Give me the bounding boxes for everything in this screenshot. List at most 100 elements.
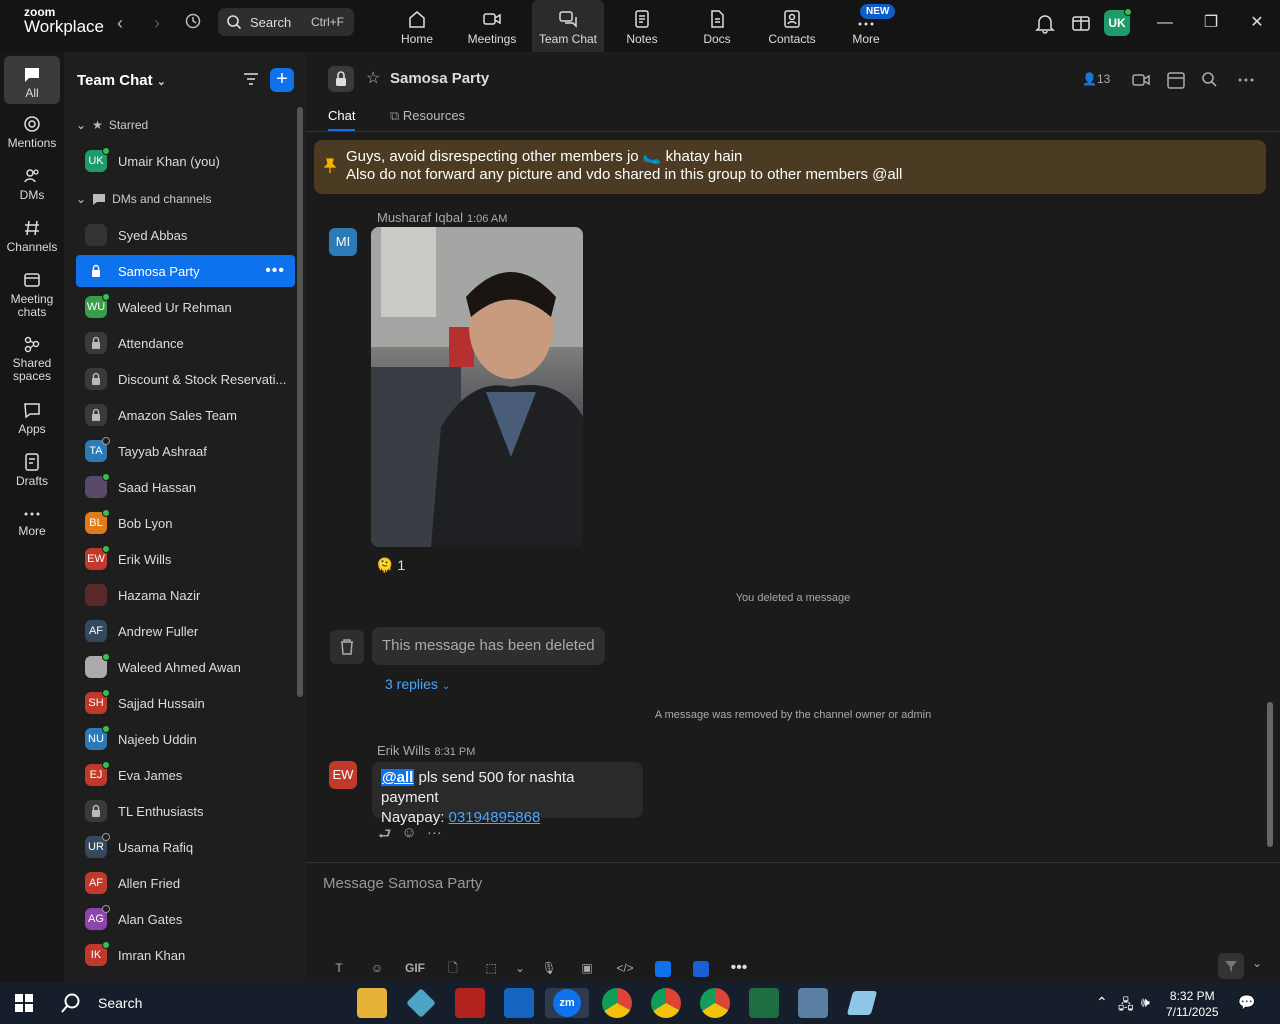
- list-item[interactable]: Attendance: [76, 327, 295, 359]
- list-item[interactable]: AF Allen Fried: [76, 867, 295, 899]
- emoji-reaction-icon[interactable]: ☺: [402, 824, 417, 849]
- speaker-icon[interactable]: 🕪: [1141, 994, 1150, 1011]
- message-input[interactable]: Message Samosa Party: [323, 875, 482, 892]
- avatar[interactable]: EW: [329, 761, 357, 789]
- reply-icon[interactable]: ⮐: [378, 824, 392, 849]
- taskbar-clock[interactable]: 8:32 PM 7/11/2025: [1166, 988, 1219, 1020]
- filter-icon[interactable]: [242, 70, 262, 90]
- ellipsis-icon[interactable]: ···: [427, 824, 442, 849]
- phone-link[interactable]: 03194895868: [449, 809, 541, 826]
- list-item[interactable]: NU Najeeb Uddin: [76, 723, 295, 755]
- sidebar-title[interactable]: Team Chat ⌄: [77, 72, 166, 89]
- excel-icon[interactable]: [749, 988, 779, 1018]
- tab-docs[interactable]: Docs: [681, 0, 753, 52]
- list-item[interactable]: BL Bob Lyon: [76, 507, 295, 539]
- list-item[interactable]: Hazama Nazir: [76, 579, 295, 611]
- rail-channels[interactable]: Channels: [0, 218, 64, 254]
- list-item[interactable]: Samosa Party •••: [76, 255, 295, 287]
- rail-meeting-chats[interactable]: Meeting chats: [0, 270, 64, 319]
- star-outline-icon[interactable]: ☆: [366, 68, 380, 88]
- avatar[interactable]: MI: [329, 228, 357, 256]
- list-item[interactable]: UR Usama Rafiq: [76, 831, 295, 863]
- notification-icon[interactable]: 💬: [1238, 994, 1255, 1011]
- screenshot-icon[interactable]: ⬚: [472, 958, 510, 978]
- ellipsis-icon[interactable]: •••: [720, 958, 758, 978]
- minimize-icon[interactable]: —: [1153, 12, 1177, 36]
- list-item[interactable]: SH Sajjad Hussain: [76, 687, 295, 719]
- app-icon[interactable]: [846, 991, 878, 1015]
- rail-shared-spaces[interactable]: Shared spaces: [0, 334, 64, 383]
- shared-photo[interactable]: [371, 227, 583, 547]
- back-arrow-icon[interactable]: ‹: [108, 12, 132, 36]
- list-item[interactable]: EW Erik Wills: [76, 543, 295, 575]
- history-icon[interactable]: [181, 12, 205, 36]
- ellipsis-icon[interactable]: •••: [265, 262, 285, 280]
- new-chat-button[interactable]: +: [270, 68, 294, 92]
- filezilla-icon[interactable]: [455, 988, 485, 1018]
- list-item[interactable]: Amazon Sales Team: [76, 399, 295, 431]
- video-call-icon[interactable]: [1131, 70, 1151, 90]
- taskbar-search[interactable]: Search: [60, 988, 142, 1018]
- sidebar-scrollbar[interactable]: [297, 107, 303, 697]
- list-item[interactable]: TA Tayyab Ashraaf: [76, 435, 295, 467]
- chevron-down-icon[interactable]: ⌄: [510, 958, 530, 978]
- dms-section-header[interactable]: ⌄ DMs and channels: [76, 192, 211, 206]
- rail-mentions[interactable]: Mentions: [0, 114, 64, 150]
- reaction[interactable]: 🫠 1: [376, 557, 405, 574]
- tab-home[interactable]: Home: [381, 0, 453, 52]
- search-icon[interactable]: [1200, 70, 1220, 90]
- app-diamond-icon[interactable]: [406, 988, 436, 1018]
- rail-more[interactable]: More: [0, 506, 64, 538]
- tab-resources[interactable]: ⧉ Resources: [390, 108, 465, 124]
- list-item[interactable]: EJ Eva James: [76, 759, 295, 791]
- calculator-icon[interactable]: [798, 988, 828, 1018]
- format-text-icon[interactable]: T: [320, 958, 358, 978]
- list-item[interactable]: TL Enthusiasts: [76, 795, 295, 827]
- gif-button[interactable]: GIF: [396, 958, 434, 978]
- list-item[interactable]: Discount & Stock Reservati...: [76, 363, 295, 395]
- code-snippet-icon[interactable]: </>: [606, 958, 644, 978]
- app-icon[interactable]: [682, 958, 720, 978]
- list-item[interactable]: UK Umair Khan (you): [76, 145, 295, 177]
- network-icon[interactable]: 🖧: [1118, 994, 1134, 1018]
- chevron-down-icon[interactable]: ⌄: [1252, 956, 1262, 970]
- channel-name[interactable]: Samosa Party: [390, 70, 489, 87]
- search-input[interactable]: Search Ctrl+F: [218, 8, 354, 36]
- list-item[interactable]: WU Waleed Ur Rehman: [76, 291, 295, 323]
- pinned-message[interactable]: Guys, avoid disrespecting other members …: [314, 140, 1266, 194]
- list-item[interactable]: Syed Abbas: [76, 219, 295, 251]
- send-button[interactable]: [1218, 953, 1244, 979]
- bell-icon[interactable]: [1034, 12, 1058, 36]
- calendar-gift-icon[interactable]: [1070, 12, 1094, 36]
- forward-arrow-icon[interactable]: ›: [145, 12, 169, 36]
- tab-contacts[interactable]: Contacts: [756, 0, 828, 52]
- file-icon[interactable]: 🗋: [434, 958, 472, 978]
- windows-start-icon[interactable]: [15, 994, 33, 1015]
- starred-section-header[interactable]: ⌄ ★ Starred: [76, 118, 148, 132]
- tab-team-chat[interactable]: Team Chat: [532, 0, 604, 52]
- composer[interactable]: Message Samosa Party T ☺ GIF 🗋 ⬚ ⌄ 🎙 ▣ <…: [306, 862, 1280, 982]
- member-count[interactable]: 👤13: [1082, 72, 1110, 86]
- app-icon[interactable]: [644, 958, 682, 978]
- emoji-icon[interactable]: ☺: [358, 958, 396, 978]
- mention-all[interactable]: @all: [381, 769, 415, 786]
- rail-drafts[interactable]: Drafts: [0, 452, 64, 488]
- ellipsis-icon[interactable]: [1236, 70, 1256, 90]
- chrome-icon[interactable]: [602, 988, 632, 1018]
- file-explorer-icon[interactable]: [357, 988, 387, 1018]
- microphone-icon[interactable]: 🎙: [530, 958, 568, 978]
- messages-scrollbar[interactable]: [1267, 702, 1273, 847]
- replies-link[interactable]: 3 replies ⌄: [385, 676, 450, 692]
- list-item[interactable]: AG Alan Gates: [76, 903, 295, 935]
- video-message-icon[interactable]: ▣: [568, 958, 606, 978]
- rail-all[interactable]: All: [4, 56, 60, 104]
- tab-notes[interactable]: Notes: [606, 0, 678, 52]
- chrome-icon[interactable]: [700, 988, 730, 1018]
- list-item[interactable]: Saad Hassan: [76, 471, 295, 503]
- rail-dms[interactable]: DMs: [0, 166, 64, 202]
- list-item[interactable]: AF Andrew Fuller: [76, 615, 295, 647]
- message-body[interactable]: @all pls send 500 for nashta payment Nay…: [372, 762, 643, 826]
- chevron-up-icon[interactable]: ⌃: [1096, 994, 1108, 1011]
- tab-chat[interactable]: Chat: [328, 108, 356, 131]
- list-item[interactable]: IK Imran Khan: [76, 939, 295, 971]
